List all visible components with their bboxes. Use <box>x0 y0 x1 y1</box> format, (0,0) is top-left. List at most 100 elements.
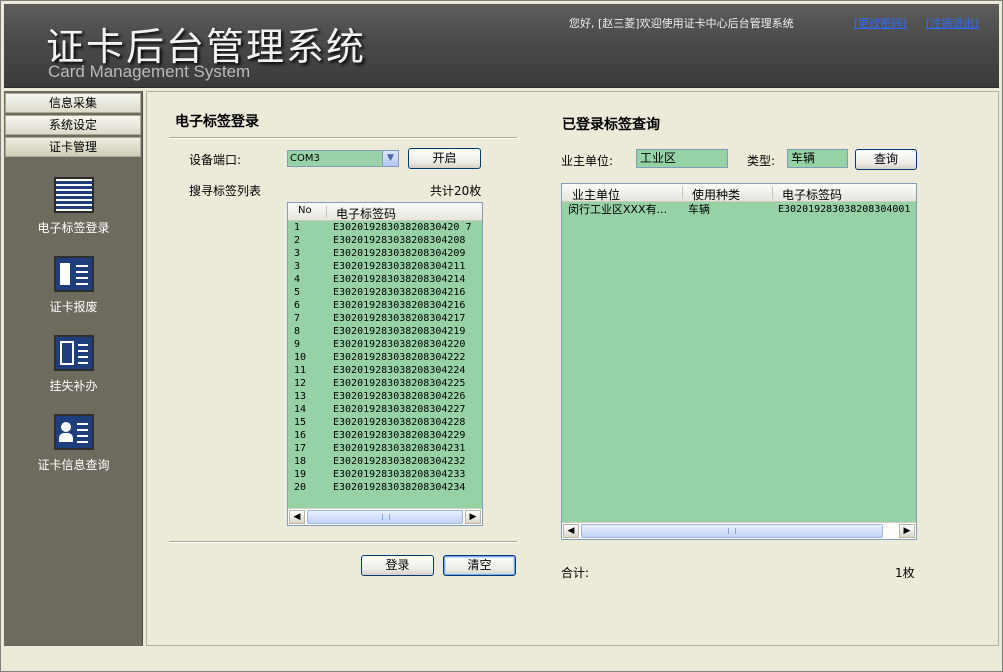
chevron-down-icon[interactable]: ▼ <box>382 151 398 166</box>
tag-no: 7 <box>294 313 301 324</box>
list-item[interactable]: 3 E302019283038208304209 <box>288 247 482 260</box>
open-port-button[interactable]: 开启 <box>408 148 481 169</box>
tag-no: 10 <box>294 352 307 363</box>
list-item[interactable]: 1 E30201928303820830420 7 <box>288 221 482 234</box>
scroll-right-icon[interactable]: ▶ <box>899 524 915 538</box>
tag-code: E302019283038208304222 <box>333 352 466 363</box>
list-item[interactable]: 2 E302019283038208304208 <box>288 234 482 247</box>
divider <box>169 137 517 139</box>
total-label: 合计: <box>561 566 590 580</box>
grid-header: 业主单位 使用种类 电子标签码 <box>562 184 916 202</box>
tag-no: 16 <box>294 430 307 441</box>
list-item[interactable]: 11 E302019283038208304224 <box>288 364 482 377</box>
list-item[interactable]: 14 E302019283038208304227 <box>288 403 482 416</box>
list-item[interactable]: 12 E302019283038208304225 <box>288 377 482 390</box>
scroll-thumb[interactable] <box>581 524 883 538</box>
column-header-kind[interactable]: 使用种类 <box>692 186 740 203</box>
owner-input[interactable]: 工业区 <box>636 149 728 168</box>
column-header-no[interactable]: No <box>298 205 312 216</box>
horizontal-scrollbar[interactable]: ◀ ▶ <box>562 522 916 539</box>
tag-code: E302019283038208304234 <box>333 482 466 493</box>
list-item[interactable]: 19 E302019283038208304233 <box>288 468 482 481</box>
tag-code: E302019283038208304227 <box>333 404 466 415</box>
clear-button[interactable]: 清空 <box>443 555 516 576</box>
query-button[interactable]: 查询 <box>855 149 917 170</box>
sidebar-item-report-loss[interactable]: 挂失补办 <box>4 335 143 394</box>
sidebar-item-card-scrap[interactable]: 证卡报废 <box>4 256 143 315</box>
port-label: 设备端口: <box>189 153 242 167</box>
report-loss-icon <box>53 335 94 371</box>
tag-no: 20 <box>294 482 307 493</box>
list-item[interactable]: 5 E302019283038208304216 <box>288 286 482 299</box>
tag-no: 13 <box>294 391 307 402</box>
header-banner: 证卡后台管理系统 Card Management System 您好, [赵三菱… <box>4 4 999 88</box>
tag-no: 3 <box>294 248 301 259</box>
owner-label: 业主单位: <box>561 154 614 168</box>
login-button[interactable]: 登录 <box>361 555 434 576</box>
tag-code: E302019283038208304233 <box>333 469 466 480</box>
main-content: 电子标签登录 设备端口: COM3 ▼ 开启 搜寻标签列表 共计20枚 No 电… <box>146 91 999 646</box>
sidebar: 信息采集 系统设定 证卡管理 电子标签登录 证卡报废 挂失补办 证卡信息查询 <box>4 91 143 646</box>
tag-no: 12 <box>294 378 307 389</box>
logged-tag-grid[interactable]: 业主单位 使用种类 电子标签码 闵行工业区XXX有... 车辆 E3020192… <box>561 183 917 540</box>
list-item[interactable]: 17 E302019283038208304231 <box>288 442 482 455</box>
port-select[interactable]: COM3 ▼ <box>287 150 399 167</box>
list-item[interactable]: 9 E302019283038208304220 <box>288 338 482 351</box>
column-header-tag-code[interactable]: 电子标签码 <box>336 205 396 222</box>
tag-no: 1 <box>294 222 301 233</box>
scroll-thumb[interactable] <box>307 510 463 524</box>
cell-tag-code: E302019283038208304001 <box>778 204 911 215</box>
tag-code: E302019283038208304214 <box>333 274 466 285</box>
list-item[interactable]: 3 E302019283038208304211 <box>288 260 482 273</box>
card-info-icon <box>53 414 94 450</box>
scroll-left-icon[interactable]: ◀ <box>289 510 305 524</box>
tag-code: E302019283038208304228 <box>333 417 466 428</box>
tag-list-label: 搜寻标签列表 <box>189 184 262 198</box>
list-item[interactable]: 8 E302019283038208304219 <box>288 325 482 338</box>
sidebar-item-card-info-query[interactable]: 证卡信息查询 <box>4 414 143 473</box>
tag-rows: 1 E30201928303820830420 7 2 E30201928303820… <box>288 221 482 494</box>
list-header: No 电子标签码 <box>288 203 482 221</box>
sidebar-item-label: 证卡报废 <box>49 300 98 314</box>
type-label: 类型: <box>747 154 776 168</box>
sidebar-tab-system-settings[interactable]: 系统设定 <box>5 115 141 135</box>
tag-no: 14 <box>294 404 307 415</box>
tag-code: E302019283038208304216 <box>333 287 466 298</box>
tag-no: 19 <box>294 469 307 480</box>
sidebar-item-tag-login[interactable]: 电子标签登录 <box>4 177 143 236</box>
tag-query-title: 已登录标签查询 <box>562 117 660 133</box>
tag-no: 18 <box>294 456 307 467</box>
tag-no: 5 <box>294 287 301 298</box>
cell-kind: 车辆 <box>688 203 710 216</box>
tag-code: E302019283038208304226 <box>333 391 466 402</box>
column-header-owner[interactable]: 业主单位 <box>572 186 620 203</box>
tag-no: 6 <box>294 300 301 311</box>
list-item[interactable]: 15 E302019283038208304228 <box>288 416 482 429</box>
list-item[interactable]: 6 E302019283038208304216 <box>288 299 482 312</box>
sidebar-item-label: 电子标签登录 <box>37 221 110 235</box>
cell-owner: 闵行工业区XXX有... <box>568 203 668 216</box>
scroll-left-icon[interactable]: ◀ <box>563 524 579 538</box>
type-input[interactable]: 车辆 <box>787 149 848 168</box>
tag-search-list[interactable]: No 电子标签码 1 E30201928303820830420 7 2 E30201… <box>287 202 483 526</box>
logout-link[interactable]: [注销退出] <box>926 15 979 31</box>
list-icon <box>53 177 94 213</box>
column-header-tag-code[interactable]: 电子标签码 <box>782 186 842 203</box>
list-item[interactable]: 20 E302019283038208304234 <box>288 481 482 494</box>
list-item[interactable]: 13 E302019283038208304226 <box>288 390 482 403</box>
list-item[interactable]: 10 E302019283038208304222 <box>288 351 482 364</box>
horizontal-scrollbar[interactable]: ◀ ▶ <box>288 508 482 525</box>
tag-no: 11 <box>294 365 307 376</box>
sidebar-tab-info-collection[interactable]: 信息采集 <box>5 93 141 113</box>
tag-count: 共计20枚 <box>430 184 482 198</box>
change-password-link[interactable]: [更改密码] <box>854 15 907 31</box>
tag-code: E302019283038208304224 <box>333 365 466 376</box>
list-item[interactable]: 16 E302019283038208304229 <box>288 429 482 442</box>
table-row[interactable]: 闵行工业区XXX有... 车辆 E302019283038208304001 <box>562 202 916 218</box>
list-item[interactable]: 18 E302019283038208304232 <box>288 455 482 468</box>
list-item[interactable]: 7 E302019283038208304217 <box>288 312 482 325</box>
list-item[interactable]: 4 E302019283038208304214 <box>288 273 482 286</box>
scroll-right-icon[interactable]: ▶ <box>465 510 481 524</box>
sidebar-tab-card-management[interactable]: 证卡管理 <box>5 137 141 157</box>
sidebar-item-label: 证卡信息查询 <box>37 458 110 472</box>
